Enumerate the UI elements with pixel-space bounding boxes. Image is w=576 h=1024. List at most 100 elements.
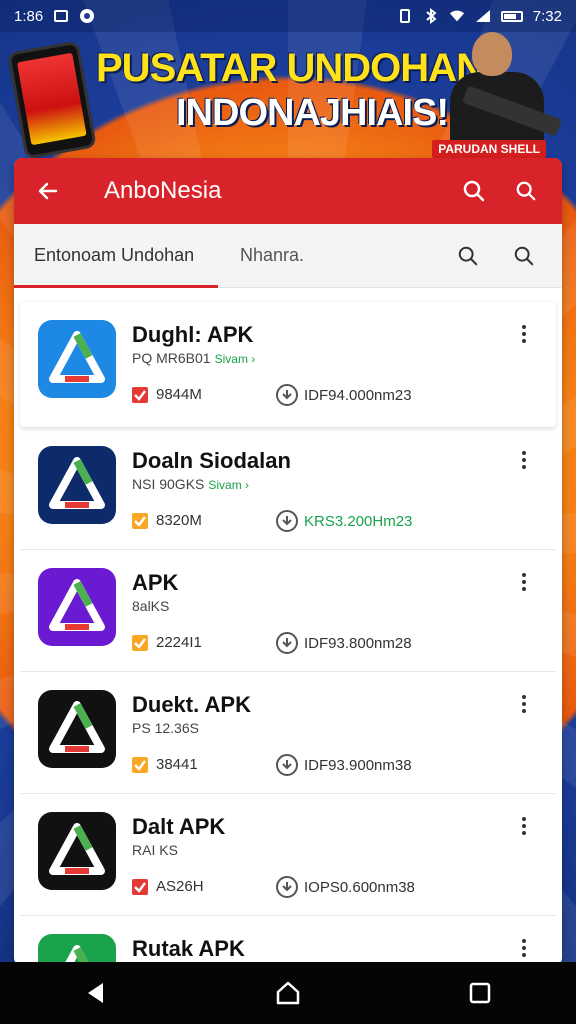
size-text: 9844M [156,386,202,403]
status-bar: 1:86 7:32 [0,0,576,32]
search-icon [516,181,536,201]
tab-bar: Entonoam Undohan Nhanra. [14,224,562,288]
item-subtitle-text: NSI 90GKS [132,476,205,492]
item-size: 9844M [132,386,202,403]
nav-home-button[interactable] [268,973,308,1013]
battery-icon [500,10,523,22]
item-title: Rutak APK [132,936,245,961]
download-count-icon [276,384,298,406]
check-icon [132,756,148,773]
banner-title-line1: PUSATAR UNDOHAN [96,46,485,90]
check-icon [132,386,148,403]
more-vert-icon[interactable] [516,570,532,594]
more-vert-icon[interactable] [516,322,532,346]
search-icon [514,246,534,265]
item-subtitle: RAI KS [132,842,178,858]
item-title: Duekt. APK [132,692,251,717]
download-count-icon [276,632,298,654]
size-text: AS26H [156,878,204,895]
download-count-icon [276,876,298,898]
list-item[interactable]: APK 8alKS 2224I1 IDF93.800nm28 [20,550,556,672]
meta-text: IDF93.900nm38 [304,756,412,774]
item-subtitle-text: 8alKS [132,598,170,614]
banner-title-line2: INDONAJHIAIS! [176,92,449,134]
notification-icon [79,8,95,24]
item-size: 2224I1 [132,634,202,651]
tab-undohan[interactable]: Entonoam Undohan [34,245,234,266]
item-meta: IDF93.900nm38 [276,754,412,776]
meta-text: IDF93.800nm28 [304,634,412,652]
tab-search-button-2[interactable] [506,238,542,274]
item-title: Dalt APK [132,814,226,839]
app-icon[interactable] [38,690,116,768]
signal-icon [475,8,491,24]
size-text: 8320M [156,512,202,529]
more-vert-icon[interactable] [516,814,532,838]
square-recent-icon [469,982,491,1004]
back-button[interactable] [32,175,64,207]
app-icon[interactable] [38,320,116,398]
item-subtitle: PQ MR6B01 Sivam › [132,350,255,366]
item-subtitle-link[interactable]: Sivam › [208,478,249,492]
nav-back-button[interactable] [76,973,116,1013]
item-subtitle: NSI 90GKS Sivam › [132,476,249,492]
item-title: Doaln Siodalan [132,448,291,473]
item-subtitle-text: PQ MR6B01 [132,350,211,366]
navigation-bar [0,962,576,1024]
item-subtitle-text: PS 12.36S [132,720,199,736]
check-icon [132,512,148,529]
search-button[interactable] [456,173,492,209]
item-subtitle: PS 12.36S [132,720,199,736]
bluetooth-icon [423,8,439,24]
item-title: Dughl: APK [132,322,254,347]
status-left: 1:86 [14,8,95,25]
size-text: 2224I1 [156,634,202,651]
check-icon [132,634,148,651]
item-title: APK [132,570,179,595]
promo-banner[interactable]: PUSATAR UNDOHAN INDONAJHIAIS! PARUDAN SH… [0,32,576,160]
status-right: 7:32 [397,8,562,25]
search-icon [458,246,478,265]
item-subtitle: 8alKS [132,598,169,614]
item-size: AS26H [132,878,204,895]
wifi-icon [449,8,465,24]
tab-active-indicator [14,285,218,288]
more-vert-icon[interactable] [516,936,532,960]
size-text: 38441 [156,756,198,773]
item-size: 38441 [132,756,198,773]
download-count-icon [276,754,298,776]
soldier-illustration [442,32,563,150]
gallery-icon [53,8,69,24]
download-count-icon [276,510,298,532]
app-icon[interactable] [38,568,116,646]
item-subtitle-link[interactable]: Sivam › [215,352,256,366]
app-window: AnboNesia Entonoam Undohan Nhanra. Dughl… [14,158,562,966]
triangle-back-icon [88,983,103,1003]
item-meta: KRS3.200Hm23 [276,510,412,532]
app-icon[interactable] [38,446,116,524]
list-item[interactable]: Doaln Siodalan NSI 90GKS Sivam › 8320M KRS3.… [20,428,556,550]
item-meta: IDF94.000nm23 [276,384,412,406]
search-button-2[interactable] [508,173,544,209]
list-item[interactable]: Duekt. APK PS 12.36S 38441 IDF93.900nm38 [20,672,556,794]
status-time-left: 1:86 [14,7,44,25]
list-item[interactable]: Dughl: APK PQ MR6B01 Sivam › 9844M IDF94.000… [20,302,556,428]
tab-nhanra[interactable]: Nhanra. [234,245,430,266]
toolbar: AnboNesia [14,158,562,224]
app-list: Dughl: APK PQ MR6B01 Sivam › 9844M IDF94.000… [14,298,562,966]
item-size: 8320M [132,512,202,529]
more-vert-icon[interactable] [516,692,532,716]
item-meta: IDF93.800nm28 [276,632,412,654]
tab-search-button[interactable] [450,238,486,274]
list-item[interactable]: Rutak APKPe SaPOK [20,916,556,966]
app-icon[interactable] [38,812,116,890]
more-vert-icon[interactable] [516,448,532,472]
circle-home-icon [276,981,300,1005]
meta-text: IDF94.000nm23 [304,386,412,404]
item-meta: IOPS0.600nm38 [276,876,415,898]
search-icon [463,180,485,202]
nav-recent-button[interactable] [460,973,500,1013]
meta-text: KRS3.200Hm23 [304,512,413,530]
list-item[interactable]: Dalt APK RAI KS AS26H IOPS0.600nm38 [20,794,556,916]
toolbar-title: AnboNesia [104,177,222,204]
